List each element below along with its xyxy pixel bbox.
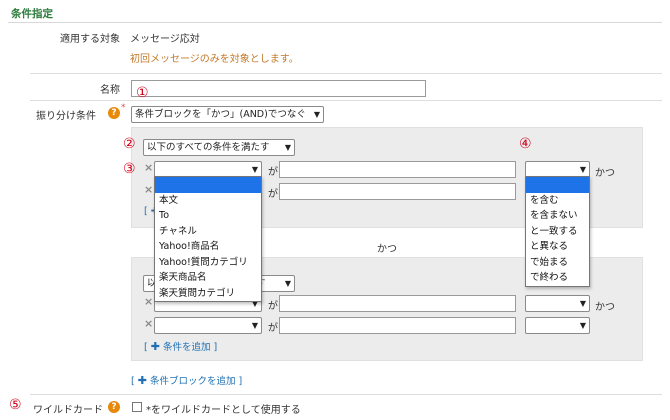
ga-particle: が [268,189,278,200]
remove-condition-icon[interactable]: × [144,295,153,308]
op-option[interactable]: を含まない [526,208,589,224]
op-dropdown-list[interactable]: を含む を含まない と一致する と異なる で始まる で終わる [525,176,590,287]
routing-mode-value: 条件ブロックを「かつ」(AND)でつなぐ [135,109,306,120]
field-option[interactable]: 楽天商品名 [155,270,261,286]
block1-match-value: 以下のすべての条件を満たす [147,142,270,153]
bracket-close: ] [238,376,243,387]
marker-5: ⑤ [9,397,22,413]
chevron-down-icon: ▼ [251,321,258,330]
routing-label: 振り分け条件 [36,111,96,122]
block2-row2-op-select[interactable]: ▼ [525,317,590,334]
op-option[interactable]: と一致する [526,224,589,240]
op-option[interactable]: で始まる [526,255,589,271]
chevron-down-icon: ▼ [284,279,291,288]
field-option[interactable]: Yahoo!商品名 [155,239,261,255]
help-icon[interactable]: ? [108,401,120,413]
add-condition-label: 条件を追加 [163,342,211,353]
wildcard-checkbox-label[interactable]: *をワイルドカードとして使用する [146,401,301,416]
block2-row2-value-input[interactable] [279,317,516,334]
marker-2: ② [123,136,136,152]
field-option[interactable]: To [155,208,261,224]
block2-row1-op-select[interactable]: ▼ [525,295,590,312]
block1-row1-value-input[interactable] [279,161,516,178]
name-input[interactable] [131,80,426,97]
plus-icon: ✚ [150,340,160,353]
bracket-open: [ [144,342,148,353]
section-title: 条件指定 [11,8,53,20]
chevron-down-icon: ▼ [251,165,258,174]
remove-condition-icon[interactable]: × [144,317,153,330]
marker-4: ④ [519,136,532,152]
field-option[interactable]: チャネル [155,224,261,240]
and-connector: かつ [595,302,615,313]
chevron-down-icon: ▼ [579,165,586,174]
chevron-down-icon: ▼ [284,143,291,152]
op-option[interactable]: を含む [526,193,589,209]
remove-condition-icon[interactable]: × [144,161,153,174]
chevron-down-icon: ▼ [579,321,586,330]
bracket-open: [ [131,376,135,387]
ga-particle: が [268,323,278,334]
block1-match-select[interactable]: 以下のすべての条件を満たす ▼ [143,139,295,156]
chevron-down-icon: ▼ [579,299,586,308]
plus-icon: ✚ [137,374,147,387]
field-option[interactable]: 本文 [155,193,261,209]
op-option[interactable]: で終わる [526,270,589,286]
field-option[interactable] [155,177,261,193]
marker-3: ③ [123,161,136,177]
marker-1: ① [136,85,149,101]
wildcard-label: ワイルドカード [33,405,103,416]
ga-particle: が [268,301,278,312]
name-label: 名称 [100,85,120,96]
op-option[interactable] [526,177,589,193]
section-divider [8,22,662,23]
block2-add-condition-link[interactable]: [ ✚ 条件を追加 ] [144,339,217,353]
row-divider [30,394,662,395]
block1-row2-value-input[interactable] [279,183,516,200]
field-dropdown-list[interactable]: 本文 To チャネル Yahoo!商品名 Yahoo!質問カテゴリ 楽天商品名 … [154,176,262,302]
add-block-label: 条件ブロックを追加 [150,376,236,387]
op-option[interactable]: と異なる [526,239,589,255]
target-label: 適用する対象 [60,34,120,45]
bracket-close: ] [213,342,218,353]
chevron-down-icon: ▼ [313,110,320,119]
row-divider [30,73,662,74]
routing-mode-select[interactable]: 条件ブロックを「かつ」(AND)でつなぐ ▼ [131,106,324,123]
add-block-link[interactable]: [ ✚ 条件ブロックを追加 ] [131,373,242,387]
row-divider [30,100,662,101]
field-option[interactable]: Yahoo!質問カテゴリ [155,255,261,271]
ga-particle: が [268,167,278,178]
remove-condition-icon[interactable]: × [144,183,153,196]
block2-row1-value-input[interactable] [279,295,516,312]
wildcard-checkbox[interactable] [132,402,142,412]
required-mark: * [121,103,126,113]
help-icon[interactable]: ? [108,107,120,119]
target-note: 初回メッセージのみを対象とします。 [130,54,299,65]
target-value: メッセージ応対 [130,34,200,45]
block2-row2-field-select[interactable]: ▼ [154,317,262,334]
field-option[interactable]: 楽天質問カテゴリ [155,286,261,302]
and-connector: かつ [595,168,615,179]
block-and-connector: かつ [377,244,397,255]
